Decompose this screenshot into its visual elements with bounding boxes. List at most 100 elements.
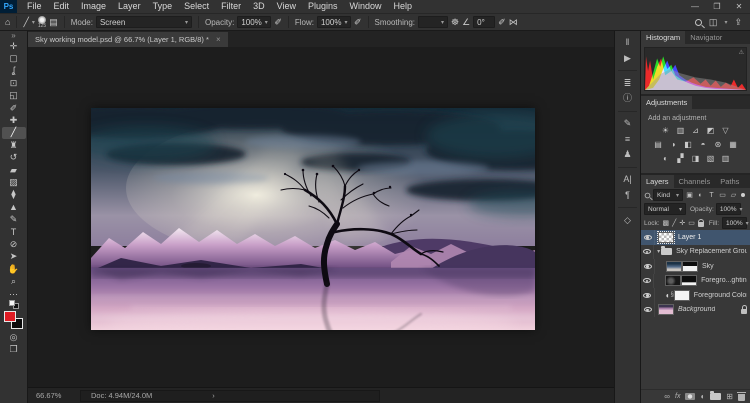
- opacity-pressure-icon[interactable]: ✐: [274, 17, 282, 28]
- healing-brush-tool[interactable]: ✚: [2, 114, 26, 126]
- gradient-map-icon[interactable]: ▧: [705, 153, 716, 163]
- toolbar-collapse-icon[interactable]: »: [2, 31, 26, 40]
- visibility-toggle[interactable]: [641, 230, 655, 245]
- layer-mask-thumbnail[interactable]: [682, 261, 698, 272]
- menu-layer[interactable]: Layer: [112, 0, 147, 13]
- hand-tool[interactable]: ✋: [2, 263, 26, 275]
- layer-style-icon[interactable]: fx: [675, 393, 680, 400]
- layer-thumbnail[interactable]: [665, 275, 681, 286]
- selective-color-icon[interactable]: ▥: [720, 153, 731, 163]
- libraries-panel-icon[interactable]: ◇: [624, 216, 631, 225]
- tab-adjustments[interactable]: Adjustments: [641, 96, 692, 109]
- lock-artboard-icon[interactable]: ▭: [688, 219, 695, 227]
- close-tab-icon[interactable]: ×: [216, 35, 221, 44]
- clone-source-panel-icon[interactable]: ♟: [623, 150, 631, 159]
- menu-plugins[interactable]: Plugins: [302, 0, 344, 13]
- search-icon[interactable]: [695, 19, 702, 26]
- layer-mask-thumbnail[interactable]: [674, 290, 690, 301]
- levels-icon[interactable]: ▥: [675, 125, 686, 135]
- airbrush-icon[interactable]: ✐: [354, 17, 362, 28]
- exposure-icon[interactable]: ◩: [705, 125, 716, 135]
- layer-row-foreground-lighting[interactable]: Foregro...ghting: [641, 274, 750, 289]
- visibility-toggle[interactable]: [641, 259, 655, 274]
- share-icon[interactable]: ⇪: [734, 17, 742, 28]
- pen-tool[interactable]: ✎: [2, 213, 26, 225]
- dodge-tool[interactable]: ▲: [2, 201, 26, 213]
- new-layer-icon[interactable]: ⊞: [726, 392, 733, 401]
- visibility-toggle[interactable]: [641, 245, 654, 260]
- menu-filter[interactable]: Filter: [215, 0, 247, 13]
- layer-name[interactable]: Sky: [702, 263, 714, 270]
- eraser-tool[interactable]: ▰: [2, 164, 26, 176]
- layer-name[interactable]: Foregro...ghting: [701, 277, 747, 284]
- new-adjustment-layer-icon[interactable]: ◐: [700, 392, 705, 401]
- filter-adjustment-layers-icon[interactable]: ◐: [696, 192, 705, 199]
- tab-paths[interactable]: Paths: [715, 175, 744, 188]
- visibility-toggle[interactable]: [641, 274, 654, 289]
- lock-transparency-icon[interactable]: ▩: [663, 219, 670, 227]
- layer-row-sky[interactable]: Sky: [641, 259, 750, 274]
- posterize-icon[interactable]: ▞: [675, 153, 686, 163]
- blur-tool[interactable]: ⧫: [2, 189, 26, 201]
- filter-toggle-icon[interactable]: [741, 193, 745, 197]
- layer-mask-thumbnail[interactable]: [681, 275, 697, 286]
- brushes-panel-icon[interactable]: ≡: [625, 135, 630, 144]
- clone-stamp-tool[interactable]: ♜: [2, 139, 26, 151]
- brush-tool-icon[interactable]: ╱: [23, 17, 28, 28]
- path-selection-tool[interactable]: ➤: [2, 251, 26, 263]
- chevron-down-icon[interactable]: ▾: [32, 19, 35, 26]
- zoom-tool[interactable]: ⌕: [2, 275, 26, 287]
- menu-help[interactable]: Help: [388, 0, 419, 13]
- warning-icon[interactable]: ⚠: [739, 49, 744, 56]
- paragraph-panel-icon[interactable]: ¶: [625, 191, 630, 200]
- hue-saturation-icon[interactable]: ▤: [653, 139, 664, 149]
- filter-kind-select[interactable]: Kind ▾: [653, 189, 683, 201]
- marquee-tool[interactable]: ▢: [2, 52, 26, 64]
- filter-shape-layers-icon[interactable]: ▭: [718, 191, 727, 199]
- opacity-select[interactable]: 100% ▾: [237, 16, 271, 28]
- vibrance-icon[interactable]: ▽: [720, 125, 731, 135]
- gradient-tool[interactable]: ▨: [2, 176, 26, 188]
- layer-name[interactable]: Sky Replacement Group: [676, 248, 747, 255]
- blend-mode-select[interactable]: Screen ▾: [96, 16, 192, 28]
- layer-row-layer1[interactable]: Layer 1: [641, 230, 750, 245]
- tab-channels[interactable]: Channels: [674, 175, 716, 188]
- layer-row-foreground-color[interactable]: ◐ § Foreground Color: [641, 288, 750, 303]
- menu-file[interactable]: File: [21, 0, 48, 13]
- edit-toolbar-icon[interactable]: ⋯: [2, 288, 26, 300]
- symmetry-icon[interactable]: ⋈: [509, 17, 518, 28]
- document-tab[interactable]: Sky working model.psd @ 66.7% (Layer 1, …: [28, 32, 228, 47]
- crop-tool[interactable]: ◱: [2, 90, 26, 102]
- object-selection-tool[interactable]: ⊡: [2, 77, 26, 89]
- brush-panel-toggle-icon[interactable]: ▤: [49, 17, 58, 28]
- layer-opacity-select[interactable]: 100% ▾: [716, 203, 741, 215]
- lasso-tool[interactable]: ʆ: [2, 65, 26, 77]
- lock-image-icon[interactable]: ╱: [672, 219, 676, 227]
- lock-position-icon[interactable]: ✛: [679, 219, 685, 227]
- tab-layers[interactable]: Layers: [641, 175, 674, 188]
- visibility-toggle[interactable]: [641, 288, 655, 303]
- lock-all-icon[interactable]: [698, 222, 704, 227]
- workspace-switcher-icon[interactable]: ◫: [709, 17, 718, 28]
- brush-tool[interactable]: ╱: [2, 127, 26, 139]
- layer-name[interactable]: Foreground Color: [694, 292, 747, 299]
- pasteboard[interactable]: [28, 47, 614, 387]
- tab-histogram[interactable]: Histogram: [641, 31, 685, 44]
- close-button[interactable]: ✕: [728, 0, 750, 13]
- default-colors-icon[interactable]: [9, 300, 19, 309]
- threshold-icon[interactable]: ◨: [690, 153, 701, 163]
- channel-mixer-icon[interactable]: ⊛: [713, 139, 724, 149]
- new-group-icon[interactable]: [710, 393, 721, 400]
- brush-preset-picker[interactable]: 125: [38, 16, 46, 29]
- link-layers-icon[interactable]: ∞: [664, 392, 670, 401]
- menu-select[interactable]: Select: [178, 0, 215, 13]
- layer-name[interactable]: Layer 1: [678, 234, 701, 241]
- tool-presets-panel-icon[interactable]: ǁ: [626, 38, 630, 47]
- layer-row-background[interactable]: Background: [641, 303, 750, 318]
- eyedropper-tool[interactable]: ✐: [2, 102, 26, 114]
- canvas-image[interactable]: [91, 108, 535, 330]
- group-expand-icon[interactable]: ▾: [657, 248, 660, 255]
- color-swatches[interactable]: [4, 311, 24, 329]
- restore-button[interactable]: ❐: [706, 0, 728, 13]
- layer-thumbnail[interactable]: [658, 232, 674, 243]
